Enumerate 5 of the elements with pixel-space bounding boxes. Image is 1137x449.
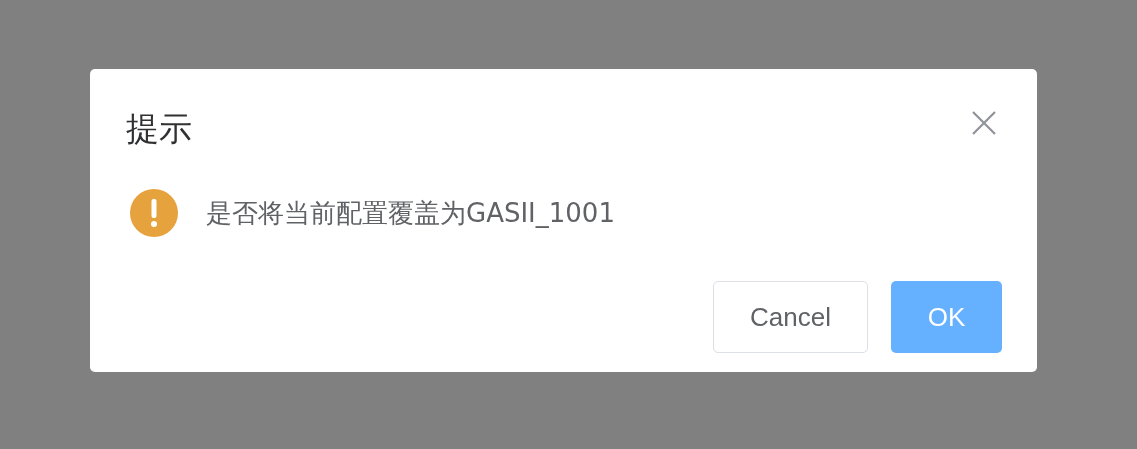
dialog-message: 是否将当前配置覆盖为GASII_1001 (206, 196, 615, 230)
close-icon[interactable] (971, 110, 997, 136)
dialog-title: 提示 (126, 108, 192, 150)
cancel-button[interactable]: Cancel (713, 281, 868, 353)
warning-icon (130, 189, 178, 237)
